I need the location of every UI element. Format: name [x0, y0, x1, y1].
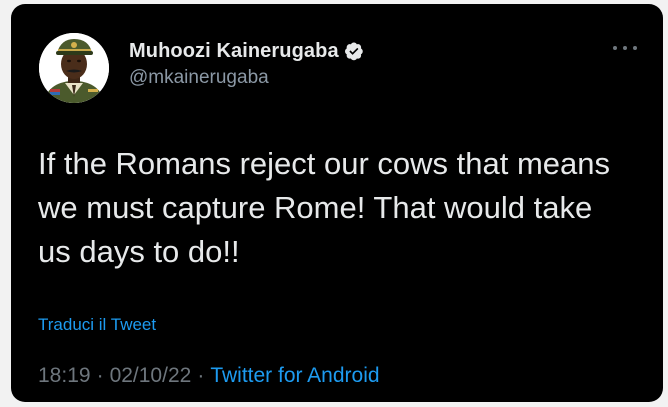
- author-row: Muhoozi Kainerugaba: [129, 38, 364, 64]
- tweet-source-link[interactable]: Twitter for Android: [210, 364, 379, 387]
- display-name[interactable]: Muhoozi Kainerugaba: [129, 40, 339, 63]
- tweet-card: Muhoozi Kainerugaba @mkainerugaba If the…: [11, 4, 663, 402]
- tweet-time[interactable]: 18:19: [38, 364, 91, 387]
- dot: [613, 46, 617, 50]
- dot: [623, 46, 627, 50]
- tweet-text: If the Romans reject our cows that means…: [38, 146, 611, 269]
- more-options-icon[interactable]: [613, 38, 637, 58]
- translate-tweet-link[interactable]: Traduci il Tweet: [38, 315, 156, 335]
- meta-separator: ·: [197, 364, 205, 387]
- dot: [633, 46, 637, 50]
- verified-badge-icon: [344, 41, 364, 61]
- tweet-meta: 18:19 · 02/10/22 · Twitter for Android: [38, 364, 380, 388]
- avatar-image: [39, 33, 109, 103]
- meta-separator: ·: [96, 364, 104, 387]
- tweet-date[interactable]: 02/10/22: [110, 364, 192, 387]
- avatar[interactable]: [39, 33, 109, 103]
- user-handle[interactable]: @mkainerugaba: [129, 67, 269, 89]
